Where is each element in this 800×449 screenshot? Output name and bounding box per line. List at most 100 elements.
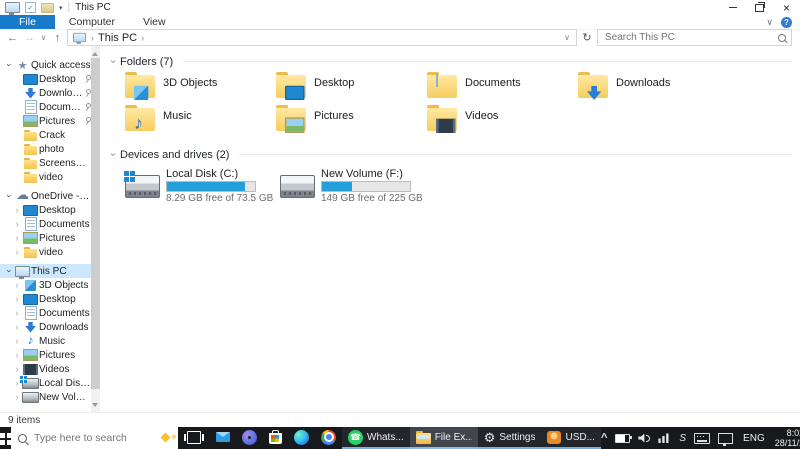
breadcrumb-separator[interactable]: › — [141, 33, 144, 43]
expand-chevron-icon[interactable] — [12, 322, 22, 332]
taskbar-search-input[interactable] — [32, 431, 171, 445]
sidebar-item[interactable]: Desktop — [0, 292, 100, 306]
scrollbar-thumb[interactable] — [91, 58, 100, 389]
expand-chevron-icon[interactable] — [12, 336, 22, 346]
taskbar-app[interactable] — [236, 427, 263, 449]
drive-tile[interactable]: Local Disk (C:) 8.29 GB free of 73.5 GB — [124, 168, 280, 204]
restore-button[interactable] — [746, 0, 773, 15]
taskbar-app[interactable] — [263, 427, 288, 449]
taskbar-app[interactable] — [315, 427, 342, 449]
sidebar-item[interactable]: video — [0, 170, 100, 184]
sidebar-item[interactable]: OneDrive - Personal — [0, 189, 100, 203]
sidebar-item[interactable]: Pictures — [0, 348, 100, 362]
synaptics-icon[interactable] — [679, 432, 686, 444]
folder-tile[interactable]: Desktop — [276, 72, 427, 104]
taskbar-search[interactable] — [11, 427, 178, 449]
tab-computer[interactable]: Computer — [55, 15, 129, 29]
sidebar-item[interactable]: Videos — [0, 362, 100, 376]
tab-view[interactable]: View — [129, 15, 180, 29]
properties-qat-icon[interactable]: ✓ — [25, 2, 36, 13]
sidebar-item[interactable]: This PC — [0, 264, 100, 279]
expand-chevron-icon[interactable] — [12, 280, 22, 290]
explorer-search-box[interactable] — [597, 29, 792, 46]
expand-chevron-icon[interactable] — [12, 364, 22, 374]
network-icon[interactable] — [658, 433, 669, 443]
sidebar-item[interactable]: Local Disk (C:) — [0, 375, 100, 390]
breadcrumb[interactable]: This PC — [98, 32, 137, 44]
collapse-group-icon[interactable]: › — [108, 150, 119, 160]
sidebar-item[interactable]: 3D Objects — [0, 278, 100, 292]
folder-tile[interactable]: Music — [125, 105, 276, 137]
taskbar-app[interactable] — [288, 427, 315, 449]
sidebar-scrollbar[interactable] — [91, 46, 100, 413]
taskbar-app[interactable] — [210, 427, 236, 449]
folder-tile[interactable]: Pictures — [276, 105, 427, 137]
sidebar-item[interactable]: Screenshots — [0, 156, 100, 170]
scroll-down-icon[interactable] — [92, 403, 98, 410]
explorer-search-input[interactable] — [603, 31, 778, 44]
help-icon[interactable]: ? — [781, 16, 792, 28]
forward-button[interactable]: → — [22, 32, 37, 44]
folder-tile[interactable]: Videos — [427, 105, 578, 137]
qat-dropdown-icon[interactable]: ▾ — [59, 4, 63, 12]
sidebar-item[interactable]: Pictures — [0, 114, 100, 128]
recent-locations-icon[interactable]: ∨ — [39, 33, 48, 42]
sidebar-item[interactable]: Documents — [0, 306, 100, 320]
expand-ribbon-icon[interactable]: ∨ — [766, 17, 773, 28]
tab-file[interactable]: File — [0, 15, 55, 29]
group-name[interactable]: Devices and drives (2) — [120, 149, 229, 161]
sidebar-item[interactable]: Documents — [0, 100, 100, 114]
expand-chevron-icon[interactable] — [12, 392, 22, 402]
taskbar-clock[interactable]: 8:02 pm 28/11/2024 — [775, 428, 800, 448]
expand-chevron-icon[interactable] — [4, 60, 14, 70]
close-button[interactable]: × — [773, 0, 800, 15]
sidebar-item[interactable]: Documents — [0, 217, 100, 231]
touch-keyboard-icon[interactable] — [694, 432, 711, 444]
address-dropdown-icon[interactable]: ∨ — [564, 33, 572, 42]
expand-chevron-icon[interactable] — [12, 233, 22, 243]
sidebar-item[interactable]: Music — [0, 334, 100, 348]
display-icon[interactable] — [718, 432, 734, 446]
minimize-button[interactable] — [719, 0, 746, 15]
back-button[interactable]: ← — [5, 32, 20, 44]
language-indicator[interactable]: ENG — [741, 433, 767, 444]
expand-chevron-icon[interactable] — [12, 219, 22, 229]
group-name[interactable]: Folders (7) — [120, 56, 173, 68]
scroll-up-icon[interactable] — [92, 49, 98, 56]
expand-chevron-icon[interactable] — [12, 294, 22, 304]
sidebar-item[interactable]: Downloads — [0, 320, 100, 334]
sidebar-item[interactable]: video — [0, 245, 100, 259]
taskbar-app[interactable]: File Ex... — [409, 427, 478, 449]
battery-icon[interactable] — [615, 433, 633, 443]
sidebar-item[interactable]: Quick access — [0, 58, 100, 72]
expand-chevron-icon[interactable] — [4, 191, 14, 201]
new-folder-qat-icon[interactable] — [41, 2, 54, 13]
collapse-group-icon[interactable]: › — [108, 57, 119, 67]
sidebar-item[interactable]: Desktop — [0, 203, 100, 217]
taskbar-app[interactable]: USD... — [541, 427, 601, 449]
volume-icon[interactable] — [638, 434, 651, 443]
sidebar-item[interactable]: Pictures — [0, 231, 100, 245]
sidebar-item[interactable]: Downloads — [0, 86, 100, 100]
address-bar[interactable]: › This PC › ∨ — [67, 29, 577, 46]
drive-tile[interactable]: New Volume (F:) 149 GB free of 225 GB — [280, 168, 435, 204]
taskbar-app[interactable]: Settings — [477, 427, 542, 449]
folder-tile[interactable]: Documents — [427, 72, 578, 104]
sidebar-item[interactable]: photo — [0, 142, 100, 156]
expand-chevron-icon[interactable] — [4, 266, 14, 276]
expand-chevron-icon[interactable] — [12, 350, 22, 360]
folder-tile[interactable]: Downloads — [578, 72, 729, 104]
folder-tile[interactable]: 3D Objects — [125, 72, 276, 104]
expand-chevron-icon[interactable] — [12, 308, 22, 318]
taskbar-app[interactable]: Whats... — [342, 427, 410, 449]
sidebar-item[interactable]: New Volume (F:) — [0, 390, 100, 404]
refresh-icon[interactable]: ↻ — [579, 31, 595, 44]
sidebar-item[interactable]: Crack — [0, 128, 100, 142]
start-button[interactable] — [0, 427, 11, 449]
taskbar-app[interactable] — [178, 427, 210, 449]
expand-chevron-icon[interactable] — [12, 205, 22, 215]
expand-chevron-icon[interactable] — [12, 247, 22, 257]
up-button[interactable]: ↑ — [50, 32, 65, 44]
sidebar-item[interactable]: Desktop — [0, 72, 100, 86]
chevron-up-icon[interactable] — [601, 432, 607, 444]
